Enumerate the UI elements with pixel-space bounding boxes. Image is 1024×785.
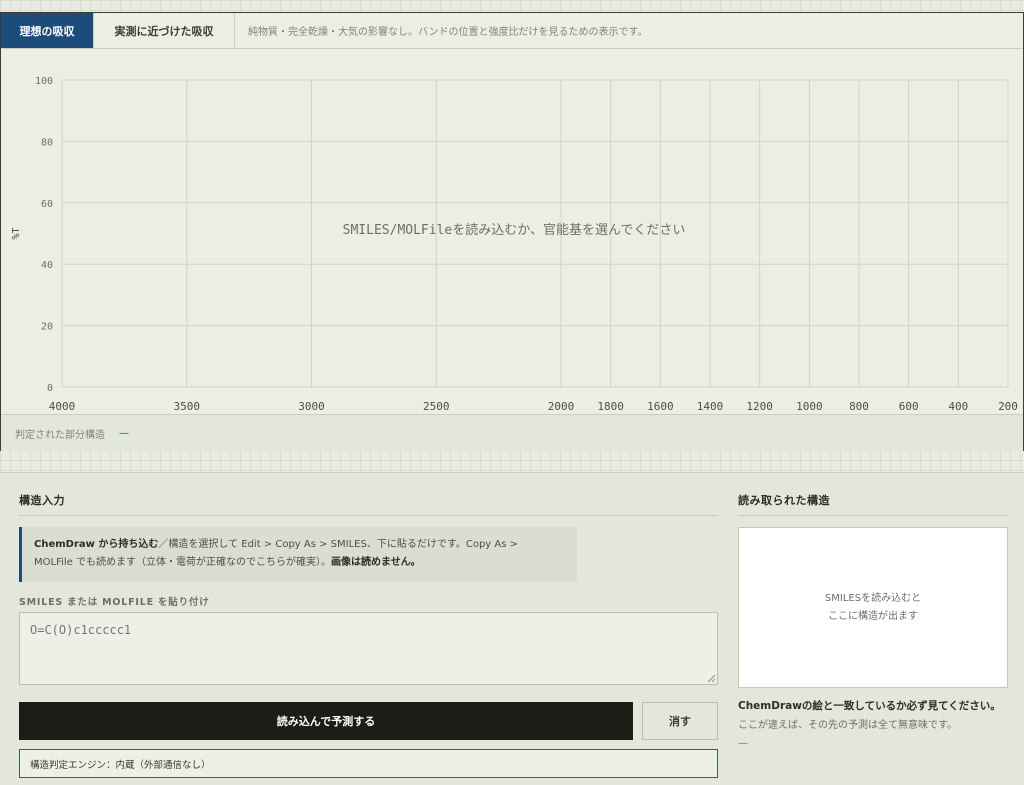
y-tick-label: 20 (41, 322, 53, 333)
x-tick-label: 400 (948, 400, 968, 413)
x-tick-label: 2000 (548, 400, 575, 413)
divider (19, 515, 718, 516)
smiles-input[interactable] (19, 612, 718, 685)
structure-status: — (738, 738, 748, 749)
x-tick-label: 1000 (796, 400, 823, 413)
structure-placeholder-2: ここに構造が出ます (828, 610, 918, 622)
structure-warning-note: ここが違えば、その先の予測は全て無意味です。 (738, 720, 957, 731)
info-bold-2: 画像は読めません。 (330, 557, 421, 568)
x-tick-label: 1200 (746, 400, 773, 413)
structure-preview: SMILESを読み込むと ここに構造が出ます (738, 527, 1008, 688)
engine-status: 構造判定エンジン：内蔵（外部通信なし） (19, 749, 718, 778)
input-panel: 構造入力 ChemDraw から持ち込む／構造を選択して Edit > Copy… (0, 472, 1024, 785)
chemdraw-info: ChemDraw から持ち込む／構造を選択して Edit > Copy As >… (19, 527, 577, 582)
divider (738, 515, 1008, 516)
x-tick-label: 200 (998, 400, 1018, 413)
clear-button[interactable]: 消す (642, 702, 718, 740)
substructure-value: — (119, 427, 129, 439)
y-tick-label: 40 (41, 260, 53, 271)
structure-input-title: 構造入力 (19, 494, 65, 507)
x-tick-label: 1800 (597, 400, 624, 413)
spectrum-panel: 理想の吸収 実測に近づけた吸収 純物質・完全乾燥・大気の影響なし。バンドの位置と… (0, 12, 1024, 451)
tab-ideal[interactable]: 理想の吸収 (1, 13, 94, 48)
y-tick-label: 0 (47, 383, 53, 394)
substructure-row: 判定された部分構造 — (1, 414, 1023, 451)
x-tick-label: 600 (899, 400, 919, 413)
structure-warning: ChemDrawの絵と一致しているか必ず見てください。 (738, 700, 1001, 712)
y-tick-label: 100 (35, 76, 53, 87)
y-tick-label: 60 (41, 199, 53, 210)
structure-placeholder-1: SMILESを読み込むと (824, 592, 922, 604)
x-tick-label: 4000 (49, 400, 76, 413)
y-tick-label: 80 (41, 137, 53, 148)
smiles-field-label: SMILES または MOLFILE を貼り付け (19, 597, 210, 608)
x-tick-label: 1400 (697, 400, 724, 413)
x-tick-label: 2500 (423, 400, 450, 413)
ir-spectrum-chart: 100 80 60 40 20 0 4000 3500 3000 2500 2000 1800 1600… (1, 50, 1023, 426)
info-text-2: MOLFile でも読めます（立体・電荷が正確なのでこちらが確実）。 (34, 557, 331, 568)
y-axis-label: %T (11, 227, 22, 239)
resize-grip-icon[interactable] (706, 673, 716, 683)
tab-realistic[interactable]: 実測に近づけた吸収 (94, 13, 235, 48)
predict-button[interactable]: 読み込んで予測する (19, 702, 633, 740)
substructure-label: 判定された部分構造 (15, 429, 105, 441)
x-tick-label: 1600 (647, 400, 674, 413)
absorption-tabs: 理想の吸収 実測に近づけた吸収 純物質・完全乾燥・大気の影響なし。バンドの位置と… (1, 13, 1023, 49)
chart-svg: 1008060402004000 3500 3000 2500 2000 1800 1600… (11, 76, 1018, 426)
x-tick-label: 800 (849, 400, 869, 413)
x-tick-label: 3000 (298, 400, 325, 413)
chart-placeholder: SMILES/MOLFileを読み込むか、官能基を選んでください (343, 222, 686, 238)
x-tick-label: 3500 (174, 400, 201, 413)
info-text-1: ／構造を選択して Edit > Copy As > SMILES、下に貼るだけで… (158, 539, 519, 550)
read-structure-title: 読み取られた構造 (738, 494, 830, 507)
tab-description: 純物質・完全乾燥・大気の影響なし。バンドの位置と強度比だけを見るための表示です。 (248, 27, 648, 38)
info-bold-1: ChemDraw から持ち込む (34, 539, 159, 550)
